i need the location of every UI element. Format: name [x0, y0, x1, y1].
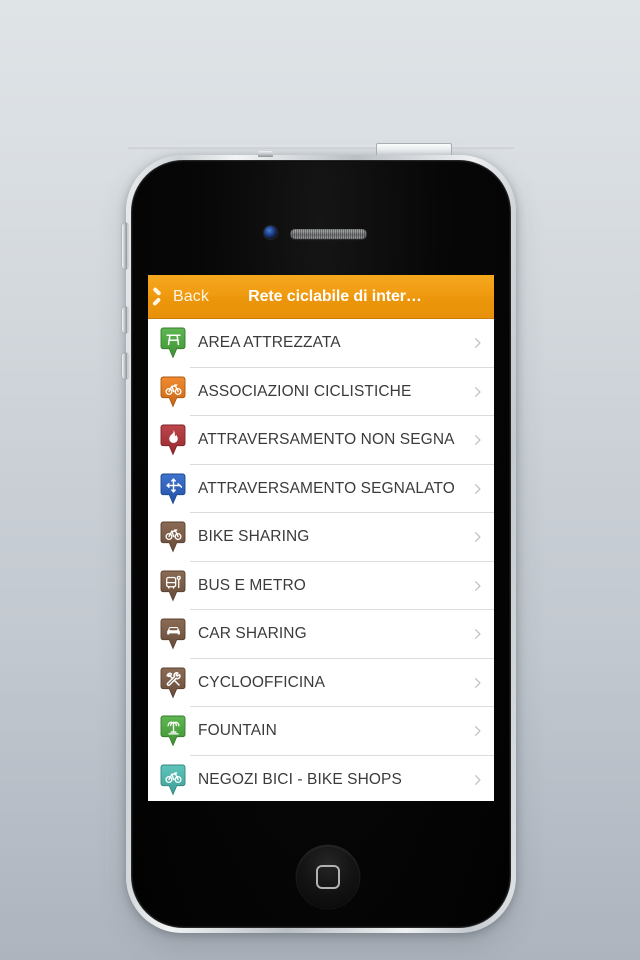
- chevron-right-icon: [466, 770, 488, 790]
- chevron-right-icon: [466, 333, 488, 353]
- crossing-arrows-pin-icon: [160, 473, 186, 505]
- chevron-right-icon: [466, 624, 488, 644]
- volume-down-button[interactable]: [122, 353, 128, 379]
- chevron-right-icon: [466, 576, 488, 596]
- list-item[interactable]: NEGOZI BICI - BIKE SHOPS: [148, 755, 494, 801]
- chevron-right-icon: [466, 382, 488, 402]
- bicycle-pin-icon: [160, 521, 186, 553]
- list-item-label: ATTRAVERSAMENTO SEGNALATO: [198, 479, 455, 497]
- navigation-bar: Back Rete ciclabile di inter…: [148, 275, 494, 319]
- list-item-label: FOUNTAIN: [198, 722, 277, 740]
- chevron-right-icon: [466, 527, 488, 547]
- list-item[interactable]: BIKE SHARING: [148, 513, 494, 562]
- chevron-right-icon: [466, 479, 488, 499]
- list-item[interactable]: ATTRAVERSAMENTO NON SEGNA: [148, 416, 494, 465]
- picnic-table-pin-icon: [160, 327, 186, 359]
- earpiece-speaker-icon: [290, 229, 367, 239]
- home-square-icon: [316, 865, 340, 889]
- list-item-label: ASSOCIAZIONI CICLISTICHE: [198, 382, 412, 400]
- front-camera-icon: [264, 226, 277, 239]
- car-pin-icon: [160, 618, 186, 650]
- chevron-right-icon: [466, 673, 488, 693]
- list-item[interactable]: FOUNTAIN: [148, 707, 494, 756]
- list-item-label: ATTRAVERSAMENTO NON SEGNA: [198, 431, 455, 449]
- list-item[interactable]: BUS E METRO: [148, 561, 494, 610]
- list-item[interactable]: AREA ATTREZZATA: [148, 319, 494, 368]
- bus-pin-icon: [160, 570, 186, 602]
- list-item-label: NEGOZI BICI - BIKE SHOPS: [198, 770, 402, 788]
- list-item[interactable]: ASSOCIAZIONI CICLISTICHE: [148, 367, 494, 416]
- back-button[interactable]: Back: [148, 275, 217, 318]
- phone-top-connector-notch: [376, 143, 452, 155]
- category-list: AREA ATTREZZATA ASSOCIAZIONI CICLISTICHE A…: [148, 319, 494, 801]
- phone-top-antenna-band: [128, 145, 514, 149]
- list-item-label: BIKE SHARING: [198, 528, 310, 546]
- list-item[interactable]: CAR SHARING: [148, 610, 494, 659]
- list-item-label: AREA ATTREZZATA: [198, 334, 341, 352]
- list-item-label: CAR SHARING: [198, 625, 307, 643]
- list-item[interactable]: CYCLOOFFICINA: [148, 658, 494, 707]
- list-item-label: CYCLOOFFICINA: [198, 673, 326, 691]
- volume-up-button[interactable]: [122, 307, 128, 333]
- mute-switch[interactable]: [122, 223, 128, 269]
- flame-pin-icon: [160, 424, 186, 456]
- bicycle-pin-icon: [160, 764, 186, 796]
- phone-screen: Back Rete ciclabile di inter… AREA ATTRE…: [148, 275, 494, 801]
- power-button[interactable]: [258, 151, 273, 157]
- bicycle-pin-icon: [160, 376, 186, 408]
- chevron-left-icon: [156, 286, 169, 308]
- back-button-label: Back: [173, 287, 209, 305]
- chevron-right-icon: [466, 430, 488, 450]
- tools-pin-icon: [160, 667, 186, 699]
- home-button[interactable]: [296, 845, 360, 909]
- list-item[interactable]: ATTRAVERSAMENTO SEGNALATO: [148, 464, 494, 513]
- fountain-pin-icon: [160, 715, 186, 747]
- chevron-right-icon: [466, 721, 488, 741]
- list-item-label: BUS E METRO: [198, 576, 306, 594]
